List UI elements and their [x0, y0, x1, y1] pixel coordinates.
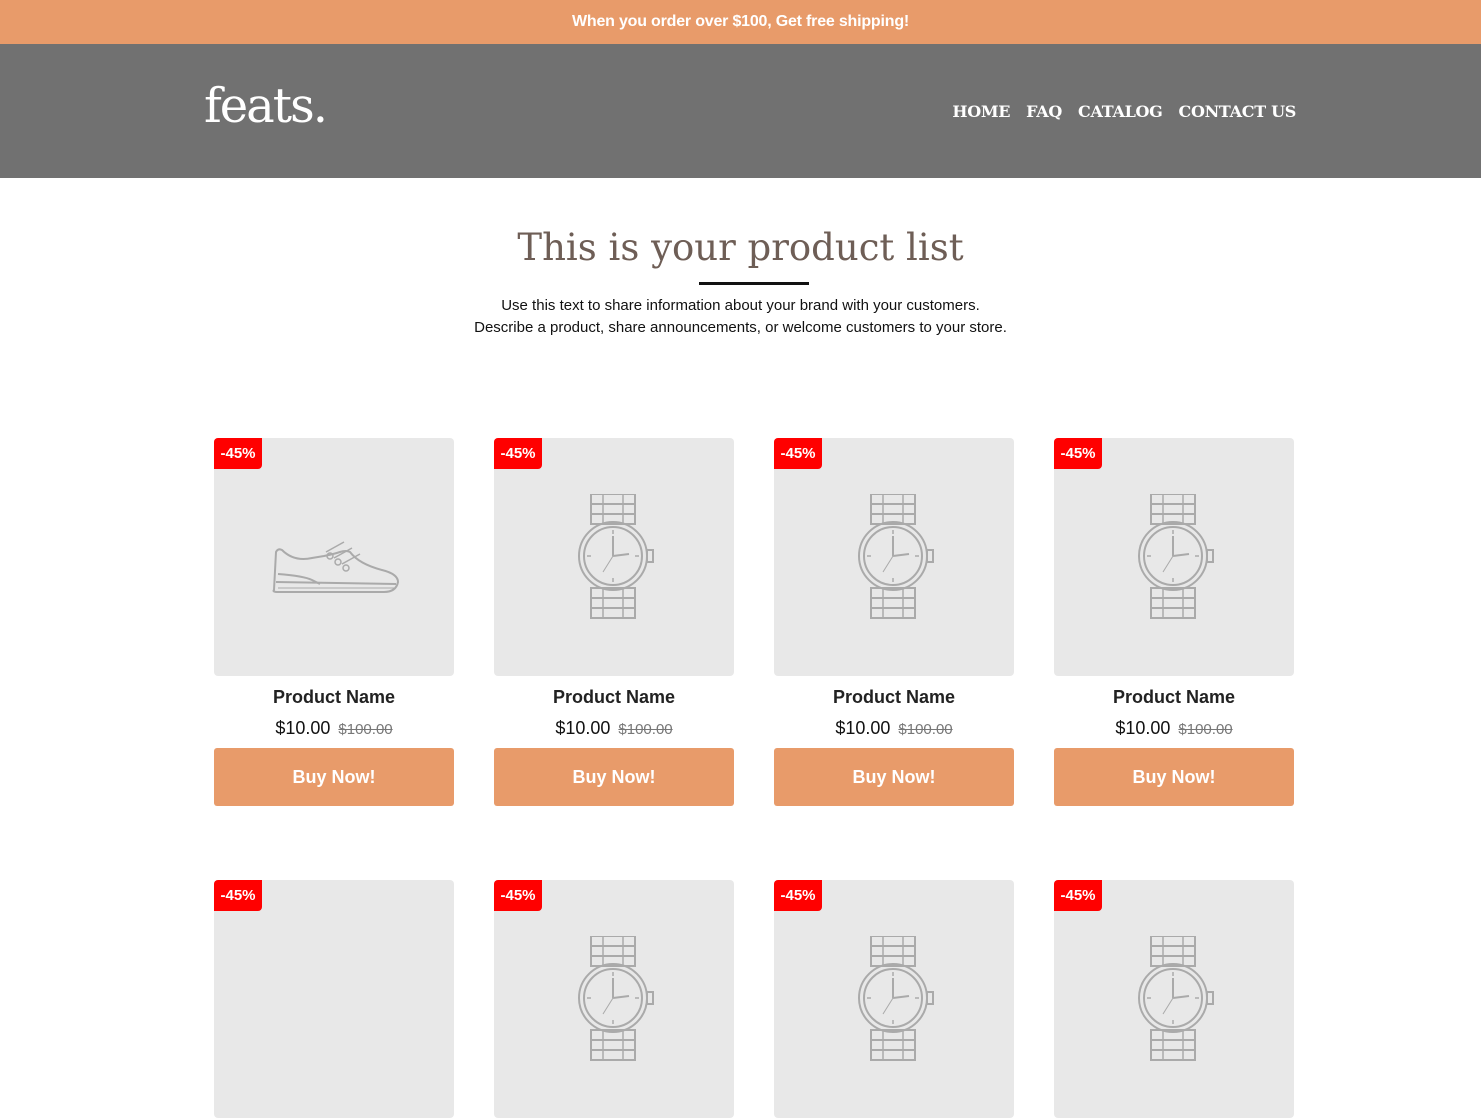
sale-price: $10.00	[835, 718, 891, 738]
product-card[interactable]: -45%	[774, 880, 1014, 1118]
product-image[interactable]: -45%	[494, 438, 734, 676]
product-image[interactable]: -45%	[214, 438, 454, 676]
discount-badge: -45%	[774, 438, 822, 469]
product-image[interactable]: -45%	[774, 880, 1014, 1118]
nav-home[interactable]: HOME	[952, 102, 1010, 121]
discount-badge: -45%	[494, 438, 542, 469]
watch-icon	[578, 936, 654, 1061]
discount-badge: -45%	[1054, 438, 1102, 469]
product-name[interactable]: Product Name	[774, 687, 1014, 708]
hero-line-2: Describe a product, share announcements,…	[474, 319, 1007, 336]
discount-badge: -45%	[774, 880, 822, 911]
shoe-icon	[272, 541, 399, 593]
original-price: $100.00	[618, 721, 673, 738]
promo-text: When you order over $100, Get free shipp…	[571, 13, 910, 30]
product-card[interactable]: -45%	[214, 880, 454, 1118]
product-image[interactable]: -45%	[1054, 438, 1294, 676]
price-row: $10.00 $100.00	[214, 718, 454, 739]
product-image[interactable]: -45%	[214, 880, 454, 1118]
product-card[interactable]: -45% Product Name $10.00 $100.00 Buy Now!	[774, 438, 1014, 806]
product-card[interactable]: -45% Product Name $10.00 $100.00 Buy Now!	[494, 438, 734, 806]
main-nav: HOME FAQ CATALOG CONTACT US	[952, 102, 1296, 121]
buy-now-button[interactable]: Buy Now!	[494, 748, 734, 806]
sale-price: $10.00	[555, 718, 611, 738]
title-underline	[699, 282, 809, 285]
price-row: $10.00 $100.00	[1054, 718, 1294, 739]
discount-badge: -45%	[1054, 880, 1102, 911]
watch-icon	[858, 494, 934, 619]
sale-price: $10.00	[1115, 718, 1171, 738]
watch-icon	[1138, 494, 1214, 619]
original-price: $100.00	[1178, 721, 1233, 738]
product-name[interactable]: Product Name	[214, 687, 454, 708]
product-image[interactable]: -45%	[1054, 880, 1294, 1118]
site-logo[interactable]: feats.	[204, 82, 328, 130]
product-name[interactable]: Product Name	[494, 687, 734, 708]
discount-badge: -45%	[494, 880, 542, 911]
hero-line-1: Use this text to share information about…	[501, 297, 980, 314]
product-card[interactable]: -45%	[1054, 880, 1294, 1118]
product-image[interactable]: -45%	[494, 880, 734, 1118]
sale-price: $10.00	[275, 718, 331, 738]
original-price: $100.00	[338, 721, 393, 738]
product-card[interactable]: -45%	[494, 880, 734, 1118]
site-header: feats. HOME FAQ CATALOG CONTACT US	[0, 44, 1481, 178]
product-card[interactable]: -45% Product Name $10.00 $100.00 Buy Now!	[214, 438, 454, 806]
buy-now-button[interactable]: Buy Now!	[1054, 748, 1294, 806]
watch-icon	[578, 494, 654, 619]
product-card[interactable]: -45% Product Name $10.00 $100.00 Buy Now!	[1054, 438, 1294, 806]
page-title: This is your product list	[517, 226, 964, 269]
nav-faq[interactable]: FAQ	[1026, 102, 1062, 121]
price-row: $10.00 $100.00	[494, 718, 734, 739]
hero-description: Use this text to share information about…	[0, 295, 1481, 339]
discount-badge: -45%	[214, 438, 262, 469]
promo-bar: When you order over $100, Get free shipp…	[0, 0, 1481, 44]
watch-icon	[1138, 936, 1214, 1061]
product-image[interactable]: -45%	[774, 438, 1014, 676]
buy-now-button[interactable]: Buy Now!	[774, 748, 1014, 806]
buy-now-button[interactable]: Buy Now!	[214, 748, 454, 806]
discount-badge: -45%	[214, 880, 262, 911]
price-row: $10.00 $100.00	[774, 718, 1014, 739]
original-price: $100.00	[898, 721, 953, 738]
nav-contact-us[interactable]: CONTACT US	[1179, 102, 1297, 121]
watch-icon	[858, 936, 934, 1061]
product-name[interactable]: Product Name	[1054, 687, 1294, 708]
nav-catalog[interactable]: CATALOG	[1078, 102, 1163, 121]
